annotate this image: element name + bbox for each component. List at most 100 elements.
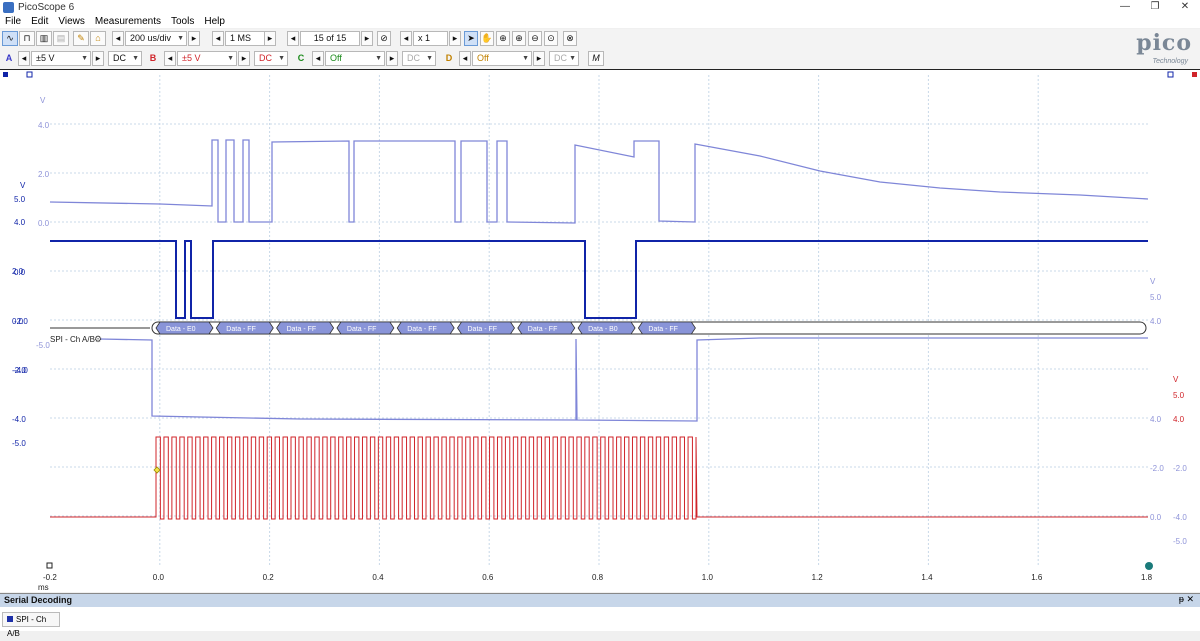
timebase-select[interactable]: 200 us/div ▼	[125, 31, 187, 46]
channel-options-icon[interactable]: M	[588, 51, 604, 66]
menu-help[interactable]: Help	[199, 15, 230, 28]
capture-toolbar: ∿ ⊓ ▥ ▤ ✎ ⌂ ◂ 200 us/div▼ ▸ ◂ 1 MS▼ ▸ ◂ …	[0, 29, 1200, 49]
menu-file[interactable]: File	[0, 15, 26, 28]
axis2-label: 5.0	[14, 195, 26, 204]
tab-spi-ch-ab[interactable]: SPI - Ch A/B	[2, 612, 60, 638]
x-tick-label: 0.2	[263, 573, 275, 582]
x-tick-label: 0.4	[372, 573, 384, 582]
buffer-right-icon[interactable]: ▸	[361, 31, 373, 46]
ruler-handle-icon[interactable]	[3, 72, 8, 77]
time-ruler-handle-icon[interactable]	[1145, 562, 1153, 570]
channel-b-range-select[interactable]: ±5 V ▼	[177, 51, 237, 66]
hand-icon[interactable]: ✋	[480, 31, 494, 46]
right-axis2-label: -5.0	[1173, 537, 1187, 546]
x-tick-label: 1.2	[812, 573, 824, 582]
channel-a-range-right-icon[interactable]: ▸	[92, 51, 104, 66]
right-axis1-label: 5.0	[1150, 293, 1162, 302]
title-bar: PicoScope 6 — ❐ ✕	[0, 0, 1200, 15]
ruler-handle-icon[interactable]	[1167, 71, 1174, 78]
buffer-left-icon[interactable]: ◂	[287, 31, 299, 46]
home-icon[interactable]: ⌂	[90, 31, 106, 46]
channel-c-label[interactable]: C	[294, 51, 308, 66]
zoom-in-icon[interactable]: ⊕	[512, 31, 526, 46]
zoom-right-icon[interactable]: ▸	[449, 31, 461, 46]
ruler-handle-icon[interactable]	[1192, 72, 1197, 77]
channel-c-coupling-select[interactable]: DC ▼	[402, 51, 436, 66]
channel-c-range-left-icon[interactable]: ◂	[312, 51, 324, 66]
samples-left-icon[interactable]: ◂	[212, 31, 224, 46]
right-axis1-unit: V	[1150, 277, 1156, 286]
right-axis2-label: -4.0	[1173, 513, 1187, 522]
spectrum-mode-icon[interactable]: ▥	[36, 31, 52, 46]
axis2-label: 4.0	[14, 218, 26, 227]
close-button[interactable]: ✕	[1170, 0, 1200, 15]
channel-a-label[interactable]: A	[2, 51, 16, 66]
hist-mode-icon[interactable]: ▤	[53, 31, 69, 46]
channel-toolbar: A ◂ ±5 V ▼ ▸ DC ▼ B ◂ ±5 V ▼ ▸ DC ▼ C ◂ Off ▼…	[0, 49, 1200, 69]
pointer-icon[interactable]: ➤	[464, 31, 478, 46]
restore-button[interactable]: ❐	[1140, 0, 1170, 15]
channel-d-label[interactable]: D	[442, 51, 456, 66]
minimize-button[interactable]: —	[1110, 0, 1140, 15]
channel-d-range-left-icon[interactable]: ◂	[459, 51, 471, 66]
zoom-select[interactable]: x 1	[413, 31, 448, 46]
timebase-left-icon[interactable]: ◂	[112, 31, 124, 46]
channel-c-range-right-icon[interactable]: ▸	[386, 51, 398, 66]
chevron-down-icon: ▼	[522, 55, 529, 62]
buffer-overview-icon[interactable]: ⊘	[377, 31, 391, 46]
ruler-handle-icon[interactable]	[26, 71, 33, 78]
channel-d-range-right-icon[interactable]: ▸	[533, 51, 545, 66]
scope-mode-icon[interactable]: ∿	[2, 31, 18, 46]
channel-c-range-select[interactable]: Off ▼	[325, 51, 385, 66]
axis1-label: 2.0	[38, 170, 50, 179]
x-tick-label: -0.2	[43, 573, 57, 582]
menu-measurements[interactable]: Measurements	[90, 15, 166, 28]
serial-decoding-title: Serial Decoding	[4, 595, 73, 605]
menu-tools[interactable]: Tools	[166, 15, 199, 28]
zoom-reset-icon[interactable]: ⊗	[563, 31, 577, 46]
packet-label: Data - FF	[226, 326, 256, 333]
packet-label: Data - FF	[287, 326, 317, 333]
probe-icon[interactable]: ✎	[73, 31, 89, 46]
zoom-fit-icon[interactable]: ⊙	[544, 31, 558, 46]
buffer-navigator[interactable]: 15 of 15	[300, 31, 360, 46]
samples-right-icon[interactable]: ▸	[264, 31, 276, 46]
menu-edit[interactable]: Edit	[26, 15, 53, 28]
panel-close-icon[interactable]: ✕	[1186, 594, 1194, 604]
right-axis1-label: 4.0	[1150, 317, 1162, 326]
scope-view[interactable]: -0.2 0.0 0.2 0.4 0.6 0.8 1.0 1.2 1.4 1.6 1.8 ms V 4.0…	[0, 69, 1200, 592]
channel-d-range-select[interactable]: Off ▼	[472, 51, 532, 66]
packet-label: Data - FF	[528, 326, 558, 333]
axis1-label: 4.0	[38, 121, 50, 130]
channel-a-coupling-select[interactable]: DC ▼	[108, 51, 142, 66]
pin-icon[interactable]: ᵽ	[1179, 594, 1184, 604]
packet-item: Data - B0	[577, 321, 636, 335]
channel-a-range-left-icon[interactable]: ◂	[18, 51, 30, 66]
channel-a-range-select[interactable]: ±5 V ▼	[31, 51, 91, 66]
channel-b-coupling-select[interactable]: DC ▼	[254, 51, 288, 66]
gear-icon[interactable]: ⚙	[94, 334, 102, 344]
right-axis2-unit: V	[1173, 375, 1179, 384]
right-axis2-label: 5.0	[1173, 391, 1185, 400]
chevron-down-icon: ▼	[81, 55, 88, 62]
channel-b-label[interactable]: B	[146, 51, 160, 66]
channel-b-range-left-icon[interactable]: ◂	[164, 51, 176, 66]
x-tick-label: 0.6	[482, 573, 494, 582]
timebase-right-icon[interactable]: ▸	[188, 31, 200, 46]
persistence-mode-icon[interactable]: ⊓	[19, 31, 35, 46]
menu-views[interactable]: Views	[53, 15, 90, 28]
packet-item: Data - FF	[457, 321, 515, 335]
zoom-region-icon[interactable]: ⊕	[496, 31, 510, 46]
channel-b-range-right-icon[interactable]: ▸	[238, 51, 250, 66]
zoom-left-icon[interactable]: ◂	[400, 31, 412, 46]
right-axis2-label: 4.0	[1173, 415, 1185, 424]
zoom-out-icon[interactable]: ⊖	[528, 31, 542, 46]
axis3-label: 2.0	[12, 267, 24, 276]
right-axis3-label: -2.0	[1150, 464, 1164, 473]
x-tick-label: 0.0	[153, 573, 165, 582]
channel-d-coupling-select[interactable]: DC ▼	[549, 51, 579, 66]
decoder-label[interactable]: SPI - Ch A/B	[50, 335, 95, 344]
x-tick-label: 1.0	[702, 573, 714, 582]
decoded-packets: Data - E0 Data - FF Data - FF Data - FF Data…	[50, 321, 1147, 335]
packet-label: Data - FF	[468, 326, 498, 333]
